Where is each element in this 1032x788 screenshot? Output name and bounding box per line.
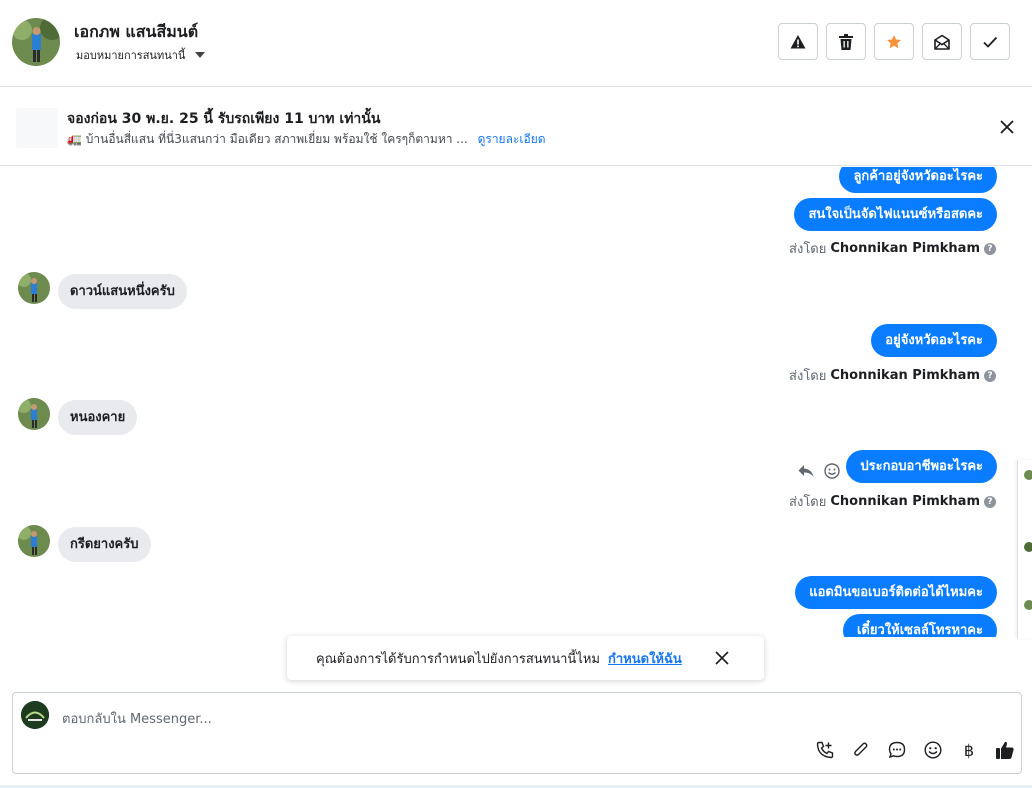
caret-down-icon (195, 52, 206, 58)
sender-name: Chonnikan Pimkham (830, 494, 980, 509)
reply-icon[interactable] (798, 464, 814, 478)
customer-avatar-small[interactable] (18, 525, 50, 557)
envelope-open-icon (934, 34, 950, 50)
sender-name: Chonnikan Pimkham (830, 368, 980, 383)
emoji-button[interactable] (923, 740, 943, 760)
ad-details-link[interactable]: ดูรายละเอียด (478, 132, 546, 146)
message-outgoing[interactable]: สนใจเป็นจัดไฟแนนซ์หรือสดคะ (794, 198, 997, 231)
attachment-icon (854, 742, 868, 756)
message-incoming[interactable]: หนองคาย (58, 400, 138, 435)
saved-reply-icon (888, 741, 906, 759)
ad-thumbnail[interactable] (16, 108, 58, 148)
emoji-reaction-icon[interactable] (824, 463, 840, 479)
panel-avatar[interactable] (1024, 600, 1032, 610)
mark-unread-button[interactable] (922, 23, 962, 60)
ad-description-row: 🚛 บ้านอื่นสี่แสน ที่นี่3แสนกว่า มือเดียว… (67, 130, 546, 149)
message-outgoing[interactable]: เดี๋ยวให้เซลล์โทรหาคะ (842, 614, 997, 637)
star-button[interactable] (874, 23, 914, 60)
thumbs-up-icon (996, 741, 1014, 759)
customer-avatar-small[interactable] (18, 272, 50, 304)
customer-avatar-small[interactable] (18, 398, 50, 430)
close-icon (715, 651, 729, 665)
message-incoming[interactable]: กรีดยางครับ (58, 527, 151, 562)
delete-button[interactable] (826, 23, 866, 60)
report-spam-button[interactable] (778, 23, 818, 60)
assign-label: มอบหมายการสนทนานี้ (76, 49, 186, 62)
assign-prompt-toast: คุณต้องการได้รับการกำหนดไปยังการสนทนานี้… (287, 636, 764, 680)
panel-avatar[interactable] (1024, 542, 1032, 552)
warning-icon (790, 34, 806, 48)
message-incoming[interactable]: ดาวน์แสนหนึ่งครับ (58, 274, 187, 309)
close-icon (1000, 120, 1014, 134)
saved-reply-button[interactable] (887, 740, 907, 760)
attachment-button[interactable] (851, 740, 871, 760)
ad-close-button[interactable] (998, 118, 1016, 136)
payment-button[interactable]: ฿ (959, 740, 979, 760)
message-outgoing[interactable]: ประกอบอาชีพอะไรคะ (846, 450, 997, 483)
page-avatar (21, 701, 49, 729)
emoji-icon (924, 741, 942, 759)
trash-icon (839, 33, 853, 50)
sent-by-prefix: ส่งโดย (789, 495, 827, 510)
assign-prompt-text: คุณต้องการได้รับการกำหนดไปยังการสนทนานี้… (316, 651, 600, 667)
check-icon (983, 36, 998, 48)
panel-avatar[interactable] (1024, 470, 1032, 480)
sent-by-label: ส่งโดย Chonnikan Pimkham ? (789, 491, 996, 512)
sent-by-label: ส่งโดย Chonnikan Pimkham ? (789, 238, 996, 259)
sender-name: Chonnikan Pimkham (830, 241, 980, 256)
assign-to-me-link[interactable]: กำหนดให้ฉัน (608, 648, 682, 669)
message-outgoing[interactable]: แอดมินขอเบอร์ติดต่อได้ไหมคะ (795, 576, 997, 609)
sent-by-label: ส่งโดย Chonnikan Pimkham ? (789, 365, 996, 386)
composer-toolbar: ฿ (815, 740, 1015, 760)
side-conversation-panel[interactable] (1017, 460, 1032, 638)
like-button[interactable] (995, 740, 1015, 760)
message-outgoing[interactable]: ลูกค้าอยู่จังหวัดอะไรคะ (839, 167, 997, 193)
sent-by-prefix: ส่งโดย (789, 242, 827, 257)
customer-name: เอกภพ แสนสีมนต์ (74, 22, 199, 41)
star-icon (887, 34, 901, 48)
assign-dropdown[interactable]: มอบหมายการสนทนานี้ (76, 46, 206, 64)
message-outgoing[interactable]: อยู่จังหวัดอะไรคะ (871, 324, 997, 357)
ad-title: จองก่อน 30 พ.ย. 25 นี้ รับรถเพียง 11 บาท… (67, 111, 381, 127)
ad-description: 🚛 บ้านอื่นสี่แสน ที่นี่3แสนกว่า มือเดียว… (67, 132, 468, 146)
call-add-button[interactable] (815, 740, 835, 760)
call-add-icon (816, 741, 834, 759)
ad-context-banner: จองก่อน 30 พ.ย. 25 นี้ รับรถเพียง 11 บาท… (0, 88, 1032, 166)
sent-by-prefix: ส่งโดย (789, 369, 827, 384)
message-thread[interactable]: ลูกค้าอยู่จังหวัดอะไรคะ สนใจเป็นจัดไฟแนน… (0, 167, 1032, 637)
toast-close-button[interactable] (714, 650, 730, 666)
conversation-header: เอกภพ แสนสีมนต์ มอบหมายการสนทนานี้ (0, 0, 1032, 87)
reply-input[interactable]: ตอบกลับใน Messenger... (62, 708, 212, 729)
help-icon[interactable]: ? (984, 495, 996, 508)
customer-avatar[interactable] (12, 18, 60, 66)
help-icon[interactable]: ? (984, 242, 996, 255)
message-actions (798, 463, 840, 479)
reply-composer[interactable]: ตอบกลับใน Messenger... ฿ (12, 692, 1022, 774)
help-icon[interactable]: ? (984, 369, 996, 382)
baht-icon: ฿ (963, 740, 975, 760)
mark-done-button[interactable] (970, 23, 1010, 60)
